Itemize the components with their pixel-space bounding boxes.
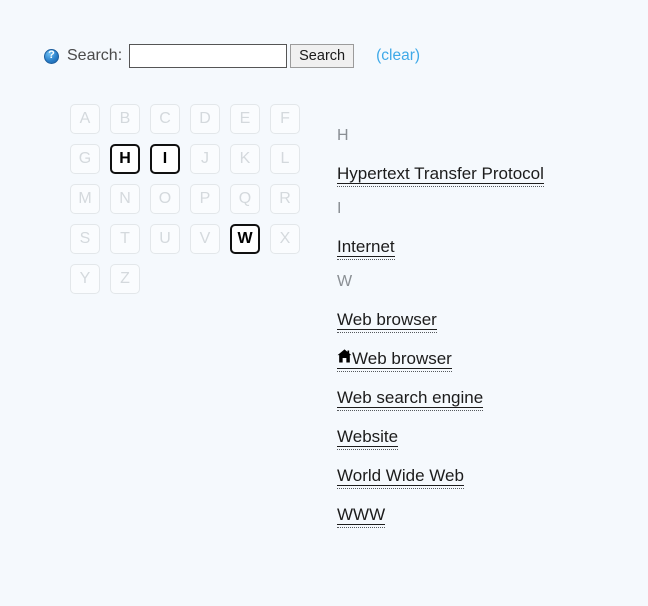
section-heading: H [337, 127, 349, 144]
letter-button-s: S [70, 224, 100, 254]
index-entry-label: Hypertext Transfer Protocol [337, 164, 544, 183]
alphabet-grid: ABCDEF GHIJKL MNOPQR STUVWX YZ [70, 104, 300, 294]
index-entry-link[interactable]: Website [337, 427, 399, 450]
index-entry-link[interactable]: Web browser [337, 310, 437, 333]
index-entry-link[interactable]: World Wide Web [337, 466, 464, 489]
help-question-icon[interactable]: ? [44, 48, 59, 64]
index-entry-label: WWW [337, 505, 386, 524]
index-entry: Web browser [337, 349, 627, 372]
index-entry: Web search engine [337, 388, 627, 411]
letter-button-u: U [150, 224, 180, 254]
letter-button-o: O [150, 184, 180, 214]
letter-button-j: J [190, 144, 220, 174]
index-entry: WWW [337, 505, 627, 528]
index-entry-label: World Wide Web [337, 466, 464, 485]
letter-button-a: A [70, 104, 100, 134]
letter-button-w[interactable]: W [230, 224, 260, 254]
search-label: Search: [67, 47, 123, 64]
index-entry-label: Web browser [352, 349, 452, 368]
index-entry: Web browser [337, 310, 627, 333]
letter-button-b: B [110, 104, 140, 134]
letter-button-i[interactable]: I [150, 144, 180, 174]
section-heading: W [337, 273, 353, 290]
letter-button-v: V [190, 224, 220, 254]
index-entry-link[interactable]: Hypertext Transfer Protocol [337, 164, 544, 187]
search-button[interactable]: Search [290, 44, 355, 68]
letter-button-e: E [230, 104, 260, 134]
index-entry-label: Web browser [337, 310, 437, 329]
letter-button-l: L [270, 144, 300, 174]
index-entry-label: Internet [337, 237, 395, 256]
letter-button-k: K [230, 144, 260, 174]
index-entry-label: Website [337, 427, 399, 446]
clear-link[interactable]: (clear) [376, 47, 420, 65]
letter-button-z: Z [110, 264, 140, 294]
index-entry: World Wide Web [337, 466, 627, 489]
index-entry-link[interactable]: Web search engine [337, 388, 484, 411]
letter-button-x: X [270, 224, 300, 254]
index-entry: Website [337, 427, 627, 450]
letter-button-r: R [270, 184, 300, 214]
letter-button-m: M [70, 184, 100, 214]
index-entry: Internet [337, 237, 627, 260]
home-icon [337, 349, 352, 363]
letter-button-y: Y [70, 264, 100, 294]
letter-button-g: G [70, 144, 100, 174]
letter-button-n: N [110, 184, 140, 214]
letter-button-d: D [190, 104, 220, 134]
index-section-i: I Internet [337, 200, 627, 260]
search-bar: ? Search: Search (clear) [44, 42, 420, 70]
letter-button-c: C [150, 104, 180, 134]
section-heading: I [337, 200, 342, 217]
index-section-h: H Hypertext Transfer Protocol [337, 127, 627, 187]
index-section-w: W Web browser Web browser Web search engine… [337, 273, 627, 528]
index-entry-link[interactable]: Internet [337, 237, 395, 260]
index-list: H Hypertext Transfer Protocol I Internet W We… [337, 127, 627, 528]
index-entry: Hypertext Transfer Protocol [337, 164, 627, 187]
letter-button-f: F [270, 104, 300, 134]
index-entry-label: Web search engine [337, 388, 484, 407]
search-input[interactable] [129, 44, 288, 68]
index-entry-link[interactable]: WWW [337, 505, 386, 528]
letter-button-p: P [190, 184, 220, 214]
letter-button-q: Q [230, 184, 260, 214]
letter-button-t: T [110, 224, 140, 254]
help-icon-glyph: ? [48, 49, 55, 61]
letter-button-h[interactable]: H [110, 144, 140, 174]
index-entry-link[interactable]: Web browser [337, 349, 452, 372]
